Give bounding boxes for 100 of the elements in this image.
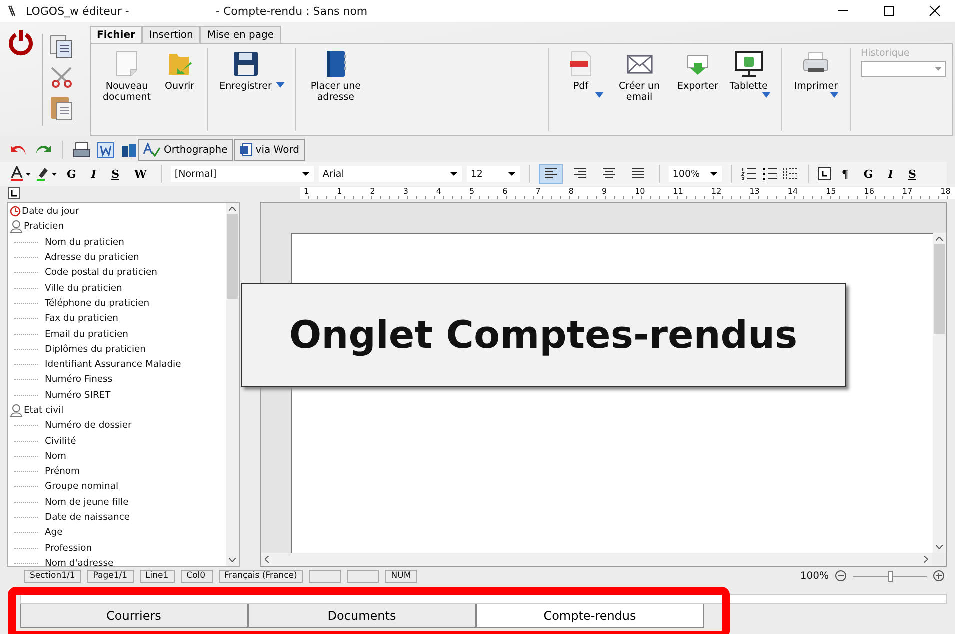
dropdown-arrow-icon[interactable] xyxy=(594,92,604,98)
redo-icon[interactable] xyxy=(34,143,52,157)
tree-item[interactable]: Numéro Finess xyxy=(45,374,113,386)
font-dropdown[interactable]: Arial xyxy=(318,166,462,182)
bullet-list-icon[interactable] xyxy=(762,167,778,181)
tree-item[interactable]: Etat civil xyxy=(24,405,64,416)
tree-item[interactable]: Civilité xyxy=(45,436,76,447)
format-button[interactable]: G xyxy=(62,168,82,180)
scrollbar-thumb[interactable] xyxy=(934,244,945,334)
format-button[interactable]: I xyxy=(883,168,898,180)
tree-item[interactable]: Numéro de dossier xyxy=(45,420,132,432)
scroll-down-icon[interactable] xyxy=(936,545,943,549)
ribbon-tab[interactable]: Fichier xyxy=(90,26,142,43)
copy-icon[interactable] xyxy=(49,34,75,60)
ribbon-button[interactable]: Pdf xyxy=(566,48,596,94)
ruler-label: 16 xyxy=(864,187,874,196)
undo-icon[interactable] xyxy=(10,143,28,157)
spelling-button[interactable]: Orthographe xyxy=(138,139,233,161)
tree-item[interactable]: Date du jour xyxy=(22,206,80,218)
ribbon-tab[interactable]: Insertion xyxy=(142,26,200,43)
word-button[interactable]: via Word xyxy=(234,139,305,161)
scroll-right-icon[interactable] xyxy=(924,556,928,563)
ribbon-button[interactable]: Nouveau document xyxy=(97,48,157,105)
align-center-icon xyxy=(600,168,617,180)
scrollbar[interactable] xyxy=(226,203,239,566)
zoom-out-icon[interactable] xyxy=(835,570,847,582)
vertical-scrollbar[interactable] xyxy=(933,233,946,553)
scrollbar-thumb[interactable] xyxy=(227,214,238,299)
dropdown-arrow-icon[interactable] xyxy=(276,82,285,88)
ribbon-button[interactable]: Créer un email xyxy=(610,48,670,105)
person-icon xyxy=(10,220,23,234)
align-right-icon xyxy=(572,168,588,180)
scroll-left-icon[interactable] xyxy=(265,556,269,563)
clipboard-icon[interactable] xyxy=(49,94,75,122)
format-button[interactable]: I xyxy=(86,168,102,180)
tree-item[interactable]: Groupe nominal xyxy=(45,481,118,492)
format-button[interactable]: G xyxy=(858,168,878,180)
caret-icon[interactable] xyxy=(26,172,31,176)
tree-item[interactable]: Nom du praticien xyxy=(45,236,124,248)
status-field xyxy=(309,570,342,582)
tree-item[interactable]: Ville du praticien xyxy=(45,282,122,294)
ribbon-button[interactable]: Tablette xyxy=(728,48,770,94)
highlighter-icon[interactable] xyxy=(36,166,50,182)
format-button[interactable]: W xyxy=(130,168,152,180)
table-list-icon[interactable] xyxy=(782,167,799,181)
scroll-up-icon[interactable] xyxy=(936,237,943,241)
tree-item[interactable]: Code postal du praticien xyxy=(45,267,158,278)
scroll-down-icon[interactable] xyxy=(229,558,236,562)
tree-item[interactable]: Nom d'adresse xyxy=(45,558,114,566)
power-icon[interactable] xyxy=(8,28,34,56)
caret-icon[interactable] xyxy=(52,172,57,176)
status-field: Page1/1 xyxy=(87,570,134,582)
ribbon-button[interactable]: Enregistrer xyxy=(218,48,274,94)
font-color-icon[interactable] xyxy=(10,166,24,182)
scanner-icon[interactable] xyxy=(73,142,91,158)
tree-item[interactable]: Téléphone du praticien xyxy=(45,298,150,309)
format-button[interactable]: S xyxy=(903,168,922,180)
ribbon-button[interactable]: Placer une adresse xyxy=(306,48,366,105)
word-icon[interactable] xyxy=(97,142,115,158)
tree-item[interactable]: Praticien xyxy=(24,221,64,232)
maximize-icon[interactable] xyxy=(883,5,895,17)
books-icon[interactable] xyxy=(121,142,137,158)
format-button[interactable]: ¶ xyxy=(836,168,854,180)
horizontal-scrollbar[interactable] xyxy=(261,553,932,566)
tree-item[interactable]: Age xyxy=(45,527,63,538)
tree-item[interactable]: Adresse du praticien xyxy=(45,252,140,264)
tree-item[interactable]: Numéro SIRET xyxy=(45,390,111,401)
close-icon[interactable] xyxy=(929,5,941,17)
ribbon-button[interactable]: Ouvrir xyxy=(163,48,197,94)
ribbon-button[interactable]: Exporter xyxy=(676,48,720,94)
zoom-in-icon[interactable] xyxy=(933,570,945,582)
view-tab[interactable]: Documents xyxy=(248,604,476,628)
caret-icon xyxy=(302,172,310,176)
ruler-label: 12 xyxy=(711,187,722,196)
tree-item[interactable]: Diplômes du praticien xyxy=(45,344,146,355)
tree-item[interactable]: Email du praticien xyxy=(45,328,128,340)
ribbon-button[interactable]: Imprimer xyxy=(792,48,840,94)
ribbon-tab[interactable]: Mise en page xyxy=(200,26,281,43)
tree-item[interactable]: Nom xyxy=(45,450,66,462)
tree-item[interactable]: Nom de jeune fille xyxy=(45,496,129,508)
numbered-list-icon[interactable] xyxy=(740,167,757,181)
tree-item[interactable]: Date de naissance xyxy=(45,512,130,524)
caret-icon xyxy=(450,172,458,176)
style-dropdown[interactable]: [Normal] xyxy=(170,166,314,182)
zoom-dropdown[interactable]: 100% xyxy=(668,166,722,182)
tree-item[interactable]: Prénom xyxy=(45,466,80,478)
dropdown-arrow-icon[interactable] xyxy=(762,92,772,98)
format-button[interactable]: S xyxy=(106,168,125,180)
size-dropdown[interactable]: 12 xyxy=(466,166,520,182)
tab-stop-icon[interactable] xyxy=(818,167,832,181)
zoom-slider-thumb[interactable] xyxy=(888,570,893,582)
tree-item[interactable]: Identifiant Assurance Maladie xyxy=(45,359,182,370)
tree-item[interactable]: Fax du praticien xyxy=(45,313,118,324)
tree-item[interactable]: Profession xyxy=(45,542,92,554)
tab-selector[interactable] xyxy=(8,187,20,199)
view-tab[interactable]: Courriers xyxy=(20,604,248,628)
dropdown-arrow-icon[interactable] xyxy=(830,92,839,98)
scroll-up-icon[interactable] xyxy=(229,207,236,211)
align-left-button[interactable] xyxy=(538,164,563,184)
view-tab[interactable]: Compte-rendus xyxy=(476,604,704,628)
